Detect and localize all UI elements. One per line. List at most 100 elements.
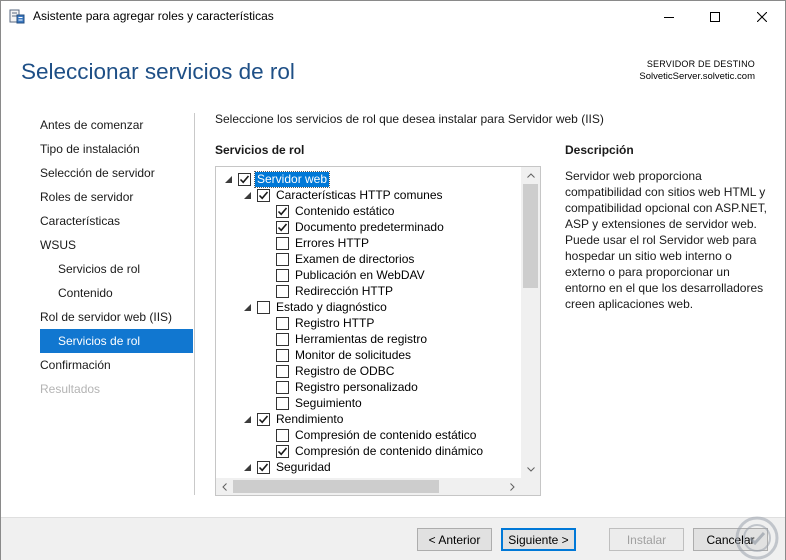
page-title: Seleccionar servicios de rol [21, 59, 295, 84]
nav-item-6[interactable]: Servicios de rol [40, 257, 193, 281]
nav-item-3[interactable]: Roles de servidor [40, 185, 193, 209]
maximize-button[interactable] [692, 1, 738, 32]
tree-row[interactable]: Compresión de contenido dinámico [216, 444, 522, 460]
expand-triangle-icon[interactable] [224, 175, 233, 184]
tree-item-label[interactable]: Publicación en WebDAV [295, 268, 425, 283]
wizard-window: Asistente para agregar roles y caracterí… [0, 0, 786, 560]
nav-item-4[interactable]: Características [40, 209, 193, 233]
tree-row[interactable]: Contenido estático [216, 204, 522, 220]
nav-item-2[interactable]: Selección de servidor [40, 161, 193, 185]
checkbox[interactable] [276, 429, 289, 442]
tree-item-label[interactable]: Contenido estático [295, 204, 394, 219]
nav-item-10[interactable]: Confirmación [40, 353, 193, 377]
tree-row[interactable]: Errores HTTP [216, 236, 522, 252]
tree-content: Servidor web Características HTTP comunes… [216, 171, 522, 476]
horizontal-scroll-thumb[interactable] [233, 480, 439, 493]
role-services-tree[interactable]: Servidor web Características HTTP comunes… [215, 166, 541, 496]
checkbox[interactable] [276, 445, 289, 458]
tree-row[interactable]: Examen de directorios [216, 252, 522, 268]
checkbox[interactable] [238, 173, 251, 186]
scroll-up-button[interactable] [522, 167, 539, 184]
checkbox[interactable] [276, 349, 289, 362]
checkbox[interactable] [276, 221, 289, 234]
install-button[interactable]: Instalar [609, 528, 684, 551]
tree-item-label[interactable]: Registro de ODBC [295, 364, 394, 379]
checkbox[interactable] [257, 189, 270, 202]
tree-item-label[interactable]: Estado y diagnóstico [276, 300, 387, 315]
tree-row[interactable]: Monitor de solicitudes [216, 348, 522, 364]
tree-row[interactable]: Características HTTP comunes [216, 188, 522, 204]
checkbox[interactable] [276, 205, 289, 218]
checkbox[interactable] [276, 237, 289, 250]
tree-row[interactable]: Compresión de contenido estático [216, 428, 522, 444]
expand-triangle-icon[interactable] [243, 415, 252, 424]
nav-item-0[interactable]: Antes de comenzar [40, 113, 193, 137]
tree-item-label[interactable]: Herramientas de registro [295, 332, 427, 347]
checkbox[interactable] [276, 397, 289, 410]
tree-item-label[interactable]: Registro HTTP [295, 316, 374, 331]
tree-row[interactable]: Registro personalizado [216, 380, 522, 396]
tree-item-label[interactable]: Monitor de solicitudes [295, 348, 411, 363]
checkbox[interactable] [276, 253, 289, 266]
tree-item-label[interactable]: Características HTTP comunes [276, 188, 443, 203]
tree-row[interactable]: Seguimiento [216, 396, 522, 412]
tree-row[interactable]: Redirección HTTP [216, 284, 522, 300]
close-icon [757, 11, 767, 22]
tree-row[interactable]: Registro HTTP [216, 316, 522, 332]
tree-row[interactable]: Rendimiento [216, 412, 522, 428]
scroll-right-button[interactable] [504, 478, 521, 495]
window-title: Asistente para agregar roles y caracterí… [33, 9, 274, 23]
vertical-scrollbar[interactable] [521, 167, 540, 478]
tree-row[interactable]: Herramientas de registro [216, 332, 522, 348]
checkbox[interactable] [276, 365, 289, 378]
nav-item-1[interactable]: Tipo de instalación [40, 137, 193, 161]
tree-item-label[interactable]: Errores HTTP [295, 236, 369, 251]
nav-item-current[interactable]: Servicios de rol [40, 329, 193, 353]
tree-item-label[interactable]: Servidor web [253, 171, 331, 188]
tree-row[interactable]: Estado y diagnóstico [216, 300, 522, 316]
checkmark-icon [277, 447, 288, 456]
tree-row[interactable]: Seguridad [216, 460, 522, 476]
vertical-scroll-thumb[interactable] [523, 184, 538, 288]
scroll-left-button[interactable] [216, 478, 233, 495]
checkbox[interactable] [276, 333, 289, 346]
role-services-heading: Servicios de rol [215, 143, 305, 157]
tree-row[interactable]: Registro de ODBC [216, 364, 522, 380]
chevron-left-icon [222, 482, 227, 491]
next-button[interactable]: Siguiente > [501, 528, 576, 551]
expand-triangle-icon[interactable] [243, 463, 252, 472]
nav-item-8[interactable]: Rol de servidor web (IIS) [40, 305, 193, 329]
checkbox[interactable] [276, 269, 289, 282]
close-button[interactable] [739, 1, 785, 32]
scroll-down-button[interactable] [522, 461, 539, 478]
nav-item-5[interactable]: WSUS [40, 233, 193, 257]
maximize-icon [710, 11, 720, 22]
tree-item-label[interactable]: Rendimiento [276, 412, 343, 427]
checkbox[interactable] [276, 317, 289, 330]
checkbox[interactable] [276, 381, 289, 394]
destination-server-label: SERVIDOR DE DESTINO [646, 59, 755, 69]
expand-triangle-icon[interactable] [243, 303, 252, 312]
chevron-right-icon [510, 482, 515, 491]
checkbox[interactable] [276, 285, 289, 298]
tree-item-label[interactable]: Redirección HTTP [295, 284, 393, 299]
tree-row[interactable]: Publicación en WebDAV [216, 268, 522, 284]
tree-item-label[interactable]: Compresión de contenido dinámico [295, 444, 483, 459]
nav-item-7[interactable]: Contenido [40, 281, 193, 305]
tree-item-label[interactable]: Examen de directorios [295, 252, 414, 267]
horizontal-scrollbar[interactable] [216, 478, 521, 495]
checkbox[interactable] [257, 301, 270, 314]
tree-item-label[interactable]: Seguimiento [295, 396, 362, 411]
destination-server-name: SolveticServer.solvetic.com [639, 71, 755, 82]
expand-triangle-icon[interactable] [243, 191, 252, 200]
tree-item-label[interactable]: Registro personalizado [295, 380, 418, 395]
tree-row[interactable]: Documento predeterminado [216, 220, 522, 236]
tree-item-label[interactable]: Seguridad [276, 460, 331, 475]
tree-item-label[interactable]: Documento predeterminado [295, 220, 444, 235]
previous-button[interactable]: < Anterior [417, 528, 492, 551]
tree-item-label[interactable]: Compresión de contenido estático [295, 428, 476, 443]
checkbox[interactable] [257, 413, 270, 426]
checkbox[interactable] [257, 461, 270, 474]
tree-row[interactable]: Servidor web [216, 171, 522, 188]
minimize-button[interactable] [646, 1, 692, 32]
